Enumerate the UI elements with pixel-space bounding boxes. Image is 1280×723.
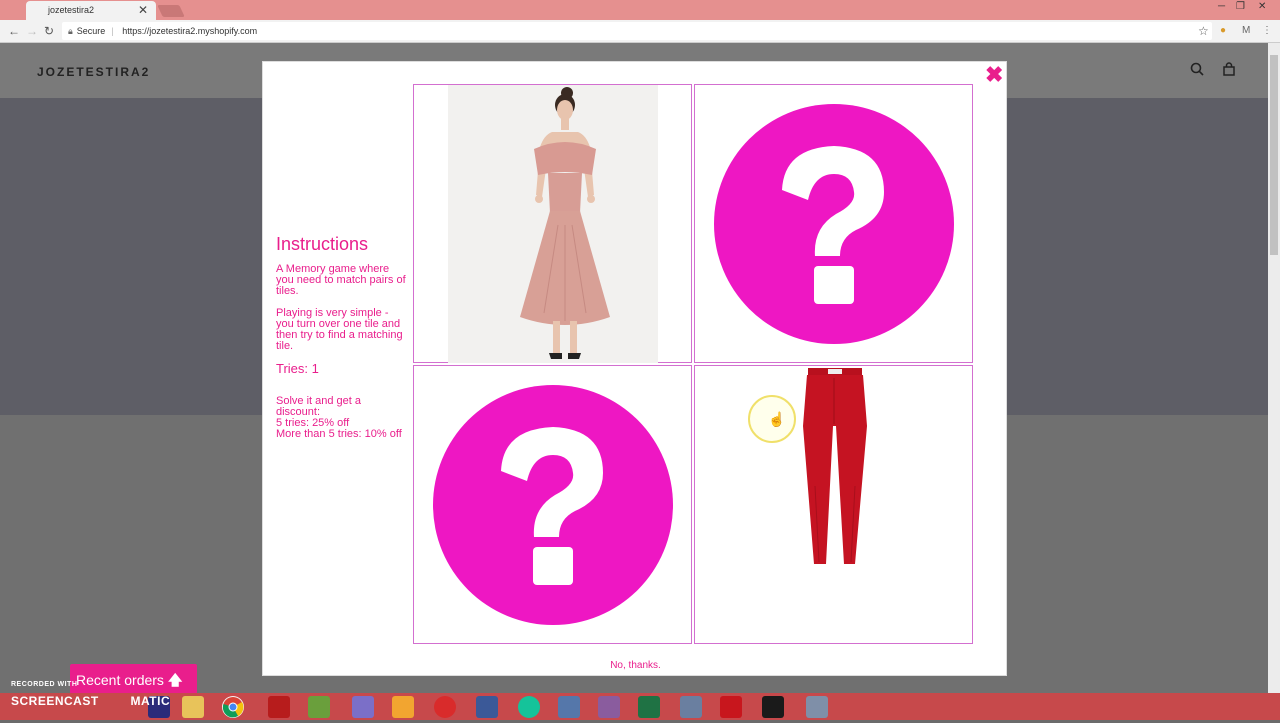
extension-icon[interactable]: ● — [1220, 25, 1226, 36]
secure-label: Secure — [76, 26, 106, 36]
app-icon[interactable] — [558, 696, 580, 718]
tab-title: jozetestira2 — [48, 5, 95, 15]
watermark-line-2: SCREENCAST MATIC — [11, 694, 170, 708]
search-icon[interactable] — [1190, 62, 1204, 79]
instructions-title: Instructions — [276, 234, 369, 254]
excel-icon[interactable] — [638, 696, 660, 718]
app-icon[interactable] — [476, 696, 498, 718]
watermark-screencast: SCREENCAST — [11, 694, 99, 708]
cart-icon[interactable] — [1222, 62, 1236, 79]
arrow-up-icon: 🡅 — [167, 672, 183, 688]
memory-tile-3[interactable] — [413, 365, 692, 644]
address-bar: ← → ↻ 🔒︎ Secure | https://jozetestira2.mys… — [0, 20, 1280, 43]
new-tab-button[interactable] — [157, 5, 185, 17]
discount-line-1: Solve it and get a discount: — [276, 395, 362, 418]
watermark-matic: MATIC — [130, 694, 171, 708]
question-mark-icon — [714, 104, 954, 344]
memory-grid — [413, 84, 973, 644]
back-icon[interactable]: ← — [8, 24, 20, 38]
browser-tab[interactable]: jozetestira2 ✕ — [26, 1, 156, 20]
store-logo[interactable]: JOZETESTIRA2 — [37, 65, 150, 79]
hand-cursor-icon: ☝ — [768, 411, 786, 427]
tries-counter: Tries: 1 — [276, 361, 319, 376]
discount-line-3: More than 5 tries: 10% off — [276, 428, 402, 440]
cursor-highlight: ☝ — [748, 395, 796, 443]
power-icon[interactable] — [434, 696, 456, 718]
close-icon[interactable]: ✖ — [985, 62, 1003, 88]
browser-titlebar: jozetestira2 ✕ ─ ❐ ✕ — [0, 0, 1280, 20]
lock-icon: 🔒︎ — [68, 26, 73, 36]
url-text: https://jozetestira2.myshopify.com — [122, 26, 258, 36]
watermark-line-1: RECORDED WITH — [11, 681, 78, 688]
instructions-paragraph-2: Playing is very simple - you turn over o… — [276, 307, 403, 352]
question-mark-icon — [433, 385, 673, 625]
filezilla-icon[interactable] — [268, 696, 290, 718]
red-pants-image — [803, 368, 867, 564]
reload-icon[interactable]: ↻ — [44, 24, 54, 38]
app-icon[interactable] — [680, 696, 702, 718]
minimize-icon[interactable]: ─ — [1218, 1, 1225, 12]
acrobat-icon[interactable] — [720, 696, 742, 718]
instructions-panel: Instructions A Memory game where you nee… — [276, 234, 406, 440]
url-input[interactable]: 🔒︎ Secure | https://jozetestira2.myshopify… — [62, 22, 1212, 40]
gmail-extension-icon[interactable]: M — [1242, 25, 1250, 36]
pink-dress-image — [448, 85, 658, 363]
chrome-icon[interactable] — [222, 696, 244, 718]
tab-close-icon[interactable]: ✕ — [138, 3, 148, 17]
app-icon[interactable] — [598, 696, 620, 718]
memory-game-modal: ✖ Instructions A Memory game where you n… — [262, 61, 1007, 676]
cmd-icon[interactable] — [762, 696, 784, 718]
scrollbar-thumb[interactable] — [1270, 55, 1278, 255]
grammarly-icon[interactable] — [518, 696, 540, 718]
menu-icon[interactable]: ⋮ — [1262, 25, 1272, 36]
recent-orders-button[interactable]: Recent orders 🡅 — [70, 664, 197, 694]
restore-icon[interactable]: ❐ — [1236, 1, 1245, 12]
recent-orders-label: Recent orders — [76, 672, 164, 688]
memory-tile-2[interactable] — [694, 84, 973, 363]
windows-taskbar — [0, 693, 1280, 720]
app-icon[interactable] — [308, 696, 330, 718]
forward-icon[interactable]: → — [26, 24, 38, 38]
memory-tile-1[interactable] — [413, 84, 692, 363]
app-icon[interactable] — [806, 696, 828, 718]
instructions-paragraph-1: A Memory game where you need to match pa… — [276, 263, 406, 297]
memory-tile-4[interactable] — [694, 365, 973, 644]
page-scrollbar[interactable] — [1268, 43, 1280, 693]
window-close-icon[interactable]: ✕ — [1258, 1, 1266, 12]
bookmark-star-icon[interactable]: ☆ — [1198, 24, 1209, 38]
no-thanks-link[interactable]: No, thanks. — [263, 660, 1008, 671]
file-explorer-icon[interactable] — [182, 696, 204, 718]
app-icon[interactable] — [352, 696, 374, 718]
app-icon[interactable] — [392, 696, 414, 718]
